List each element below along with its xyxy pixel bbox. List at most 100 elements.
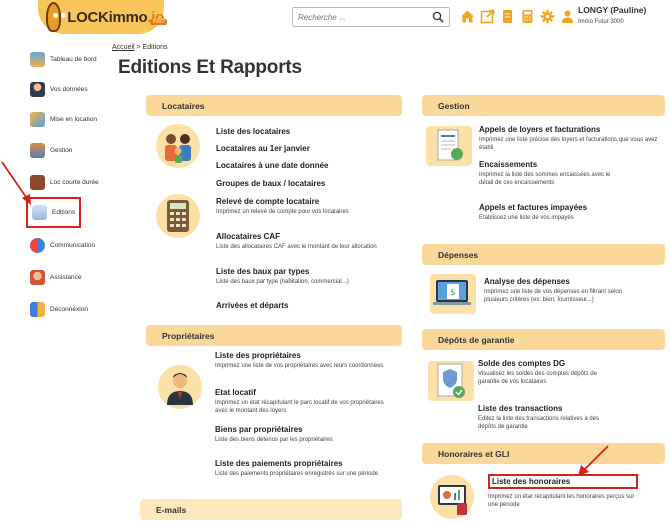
calculator-illustration-icon — [156, 194, 200, 238]
link-description: Imprimez un état récapitulant les honora… — [488, 494, 635, 508]
link-analyse-des-depenses[interactable]: Analyse des dépenses — [484, 277, 624, 286]
sidebar-item-label: Gestion — [50, 147, 73, 154]
key-icon — [30, 112, 45, 127]
document-icon[interactable] — [500, 9, 515, 24]
user-name: LONGY (Pauline) — [578, 5, 647, 15]
calculator-icon[interactable] — [520, 9, 535, 24]
link-encaissements[interactable]: Encaissements — [479, 160, 619, 169]
link-liste-des-honoraires[interactable]: Liste des honoraires — [488, 474, 638, 489]
chat-bubbles-icon — [30, 238, 45, 253]
owner-person-icon — [158, 365, 202, 409]
link-description: Imprimez la liste des sommes encaissées … — [479, 172, 611, 186]
sidebar-item-assistance[interactable]: Assistance — [30, 270, 81, 285]
card-header: E-mails — [140, 499, 402, 520]
briefcase-icon — [30, 143, 45, 158]
breadcrumb-home-link[interactable]: Accueil — [112, 44, 135, 51]
link-solde-comptes-dg[interactable]: Solde des comptes DG — [478, 359, 618, 368]
card-gestion: Gestion Appels de loyers et facturations… — [422, 95, 665, 235]
sidebar-item-label: Tableau de bord — [50, 56, 97, 63]
link-description: Liste des allocataires CAF avec le monta… — [216, 244, 377, 250]
link-etat-locatif[interactable]: Etat locatif — [215, 388, 395, 397]
link-description: Editez la liste des transactions relativ… — [478, 416, 600, 430]
link-description: Imprimez une liste de vos dépenses en fi… — [484, 289, 623, 303]
link-paiements-proprietaires[interactable]: Liste des paiements propriétaires — [215, 459, 395, 468]
page-title: Editions Et Rapports — [118, 57, 302, 78]
link-description: Imprimez une liste de vos propriétaires … — [215, 363, 384, 369]
search-icon[interactable] — [432, 11, 444, 23]
expense-analysis-icon: $ — [430, 274, 476, 314]
sidebar-item-loc-courte-duree[interactable]: Loc courte durée — [30, 175, 99, 190]
card-depots-de-garantie: Dépôts de garantie Solde des comptes DG V… — [422, 329, 665, 439]
card-header: Locataires — [146, 95, 402, 116]
link-appels-de-loyers[interactable]: Appels de loyers et facturations — [479, 125, 659, 134]
sidebar-item-vos-donnees[interactable]: Vos données — [30, 82, 88, 97]
sidebar-item-label: Loc courte durée — [50, 179, 99, 186]
dashboard-icon — [30, 52, 45, 67]
annotation-arrow-icon — [1, 161, 31, 205]
breadcrumb-current: Editions — [142, 44, 168, 51]
breadcrumb: Accueil > Editions — [112, 44, 167, 51]
deposit-shield-icon — [428, 361, 474, 401]
svg-text:$: $ — [450, 288, 456, 298]
card-emails: E-mails — [140, 499, 402, 522]
app-logo[interactable]: LOCKimmo.io PRO — [38, 0, 167, 34]
sidebar-item-label: Communication — [50, 242, 96, 249]
logo-badge: PRO — [150, 19, 167, 25]
link-liste-des-proprietaires[interactable]: Liste des propriétaires — [215, 351, 390, 360]
card-header: Dépenses — [422, 244, 665, 265]
card-locataires: Locataires Liste des locataires Locatair… — [146, 95, 402, 317]
link-locataires-1er-janvier[interactable]: Locataires au 1er janvier — [216, 144, 310, 153]
card-header: Propriétaires — [146, 325, 402, 346]
link-description: Liste des biens détenus par les propriét… — [215, 437, 333, 443]
sidebar-item-label: Mise en location — [50, 116, 97, 123]
card-header: Dépôts de garantie — [422, 329, 665, 350]
user-agency: Immo Futur 3000 — [578, 19, 624, 25]
user-info[interactable]: LONGY (Pauline) Immo Futur 3000 — [578, 5, 646, 25]
link-releve-de-compte[interactable]: Relevé de compte locataire — [216, 197, 396, 206]
sidebar-item-deconnexion[interactable]: Déconnexion — [30, 302, 88, 317]
card-header: Honoraires et GLI — [422, 443, 665, 464]
card-header: Gestion — [422, 95, 665, 116]
sidebar-item-dashboard[interactable]: Tableau de bord — [30, 52, 97, 67]
person-icon — [30, 82, 45, 97]
home-icon[interactable] — [460, 9, 475, 24]
link-liste-des-transactions[interactable]: Liste des transactions — [478, 404, 618, 413]
search-box — [292, 7, 450, 27]
link-baux-par-types[interactable]: Liste des baux par types — [216, 267, 386, 276]
link-liste-des-locataires[interactable]: Liste des locataires — [216, 127, 290, 136]
link-impayees[interactable]: Appels et factures impayées — [479, 203, 659, 212]
search-input[interactable] — [293, 8, 425, 26]
card-honoraires-gli: Honoraires et GLI Liste des honoraires Im… — [422, 443, 665, 522]
link-description: Imprimez un état récapitulant le parc lo… — [215, 400, 384, 414]
card-depenses: Dépenses $ Analyse des dépenses Imprimez … — [422, 244, 665, 324]
link-description: Imprimez une liste précise des loyers et… — [479, 137, 658, 151]
support-agent-icon — [30, 270, 45, 285]
link-biens-par-proprietaires[interactable]: Biens par propriétaires — [215, 425, 395, 434]
link-allocataires-caf[interactable]: Allocataires CAF — [216, 232, 391, 241]
cat-mascot-icon — [46, 2, 62, 32]
link-description: Imprimez un relevé de compte pour vos lo… — [216, 209, 349, 215]
invoice-icon — [426, 126, 472, 166]
card-proprietaires: Propriétaires Liste des propriétaires Imp… — [146, 325, 402, 495]
external-link-icon[interactable] — [480, 9, 495, 24]
link-description: Liste des baux par type (habitation, com… — [216, 279, 349, 285]
sidebar-item-label: Editions — [52, 209, 76, 216]
sidebar-item-label: Assistance — [50, 274, 82, 281]
annotation-arrow-icon — [578, 445, 609, 476]
logout-icon — [30, 302, 45, 317]
sidebar-item-gestion[interactable]: Gestion — [30, 143, 72, 158]
gear-icon[interactable] — [540, 9, 555, 24]
sidebar-item-mise-en-location[interactable]: Mise en location — [30, 112, 97, 127]
family-icon — [156, 124, 200, 168]
link-arrivees-departs[interactable]: Arrivées et départs — [216, 301, 288, 310]
link-description: Etablissez une liste de vos impayés — [479, 215, 574, 221]
user-icon[interactable] — [560, 9, 575, 24]
link-locataires-date-donnee[interactable]: Locataires à une date donnée — [216, 161, 328, 170]
breadcrumb-separator: > — [136, 44, 141, 51]
sidebar-item-communication[interactable]: Communication — [30, 238, 95, 253]
sidebar-item-label: Vos données — [50, 86, 88, 93]
link-groupes-de-baux[interactable]: Groupes de baux / locataires — [216, 179, 325, 188]
sidebar-item-label: Déconnexion — [50, 306, 88, 313]
link-description: Visualisez les soldes des comptes dépôts… — [478, 371, 597, 385]
link-description: Liste des paiements propriétaires enregi… — [215, 471, 379, 477]
